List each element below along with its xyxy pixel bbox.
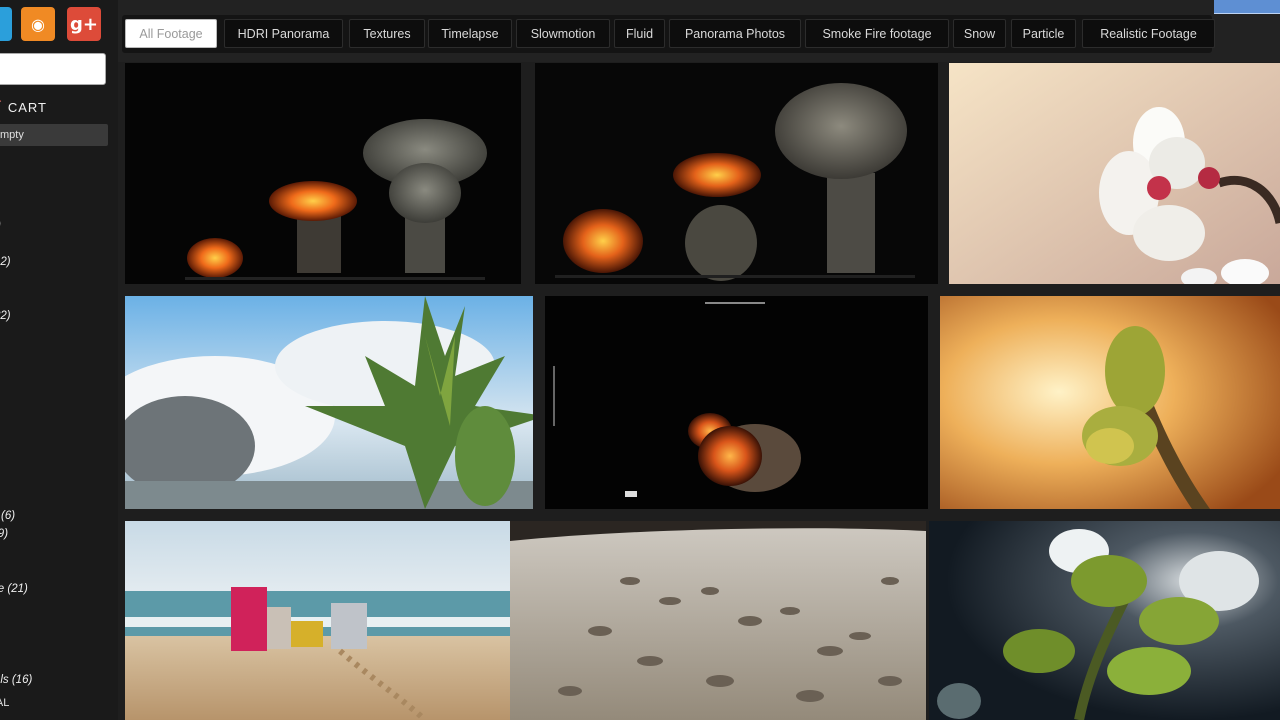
- category-list: (3)ion (15)(1)otion (12)nons (82)(4)(1)3…: [0, 198, 112, 689]
- explosion-sequence-thumb-1[interactable]: [125, 63, 521, 284]
- opening-bud-thumb[interactable]: [940, 296, 1280, 509]
- sidebar-category-item[interactable]: (1): [0, 398, 112, 416]
- sidebar-category-item[interactable]: [0, 416, 112, 434]
- rss-icon[interactable]: ◉: [21, 7, 55, 41]
- sidebar-category-item[interactable]: [0, 598, 112, 616]
- sidebar-category-item[interactable]: (4): [0, 325, 112, 343]
- tab-all-footage[interactable]: All Footage: [125, 19, 217, 48]
- sidebar-category-item[interactable]: [0, 471, 112, 489]
- explosion-sequence-thumb-2[interactable]: [535, 63, 938, 284]
- tab-particle[interactable]: Particle: [1011, 19, 1076, 48]
- tab-hdri-panorama[interactable]: HDRI Panorama: [224, 19, 343, 48]
- top-right-badge: [1214, 0, 1280, 14]
- tab-slowmotion[interactable]: Slowmotion: [516, 19, 610, 48]
- sidebar-category-item[interactable]: 3 (17): [0, 362, 112, 380]
- tab-textures[interactable]: Textures: [349, 19, 425, 48]
- beach-colored-boxes-thumb[interactable]: [125, 521, 510, 720]
- sidebar-category-item[interactable]: (2): [0, 653, 112, 671]
- cart-heading: 🛒 CART: [0, 100, 47, 116]
- sidebar-search-input[interactable]: [0, 53, 106, 85]
- sidebar-category-item[interactable]: Footage (21): [0, 580, 112, 598]
- tab-panorama-photos[interactable]: Panorama Photos: [669, 19, 801, 48]
- sidebar-category-item[interactable]: o (15): [0, 489, 112, 507]
- tab-snow[interactable]: Snow: [953, 19, 1006, 48]
- sidebar-category-item[interactable]: [0, 289, 112, 307]
- sidebar-category-item[interactable]: otion (12): [0, 253, 112, 271]
- sidebar-category-item[interactable]: (1): [0, 344, 112, 362]
- social-links: t ◉ g+: [0, 7, 118, 43]
- green-sprout-thumb[interactable]: [929, 521, 1280, 720]
- cart-status: mpty: [0, 124, 108, 146]
- tab-smoke-fire-footage[interactable]: Smoke Fire footage: [805, 19, 949, 48]
- sidebar-category-item[interactable]: (10): [0, 453, 112, 471]
- sidebar-category-item[interactable]: otage (9): [0, 525, 112, 543]
- google-plus-icon[interactable]: g+: [67, 7, 101, 41]
- sidebar-category-item[interactable]: ion (15): [0, 216, 112, 234]
- sidebar-category-item[interactable]: Materials (16): [0, 671, 112, 689]
- twitter-icon[interactable]: t: [0, 7, 12, 41]
- tab-fluid[interactable]: Fluid: [614, 19, 665, 48]
- sidebar-category-item[interactable]: [0, 434, 112, 452]
- sidebar-category-item[interactable]: [0, 616, 112, 634]
- categories-total-label: TAL: [0, 697, 10, 709]
- sidebar-category-item[interactable]: (1): [0, 234, 112, 252]
- sidebar-category-item[interactable]: [0, 271, 112, 289]
- sidebar-category-item[interactable]: nons (82): [0, 307, 112, 325]
- cart-title-label: CART: [7, 100, 47, 115]
- white-blossom-thumb[interactable]: [949, 63, 1280, 284]
- sand-footprints-thumb[interactable]: [510, 521, 926, 720]
- tab-timelapse[interactable]: Timelapse: [428, 19, 512, 48]
- sidebar-category-item[interactable]: [0, 544, 112, 562]
- sidebar-category-item[interactable]: Photos (6): [0, 507, 112, 525]
- sidebar-category-item[interactable]: (3): [0, 198, 112, 216]
- sidebar: t ◉ g+ 🛒 CART mpty ES (3)ion (15)(1)otio…: [0, 0, 118, 720]
- tab-realistic-footage[interactable]: Realistic Footage: [1082, 19, 1215, 48]
- sidebar-category-item[interactable]: (10): [0, 562, 112, 580]
- sidebar-category-item[interactable]: 5 (13): [0, 380, 112, 398]
- cart-icon: 🛒: [0, 100, 3, 115]
- page: t ◉ g+ 🛒 CART mpty ES (3)ion (15)(1)otio…: [0, 0, 1280, 720]
- fire-explosion-dark-thumb[interactable]: [545, 296, 928, 509]
- sidebar-category-item[interactable]: (1): [0, 635, 112, 653]
- growing-plant-sky-thumb[interactable]: [125, 296, 533, 509]
